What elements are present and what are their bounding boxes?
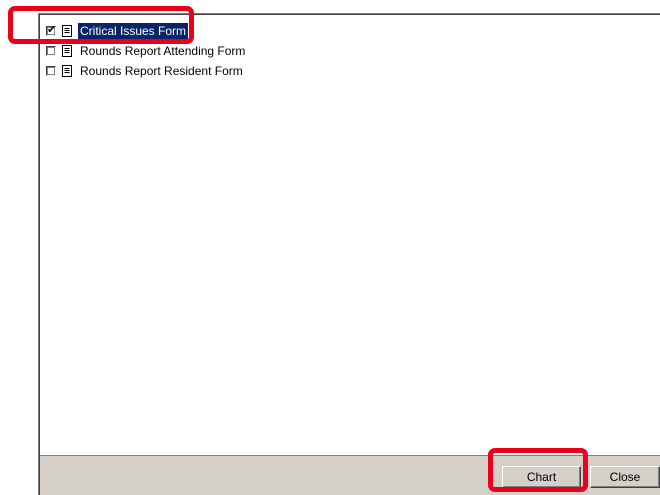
form-list: ✔ Critical Issues Form Rounds Report Att… <box>46 21 660 81</box>
form-label: Rounds Report Attending Form <box>80 44 246 58</box>
document-icon <box>62 65 72 77</box>
form-list-item-critical-issues[interactable]: ✔ Critical Issues Form <box>46 21 660 41</box>
form-label: Rounds Report Resident Form <box>80 64 243 78</box>
document-icon <box>62 25 72 37</box>
close-button[interactable]: Close <box>590 466 660 488</box>
form-label: Critical Issues Form <box>78 23 189 39</box>
screenshot-canvas: ✔ Critical Issues Form Rounds Report Att… <box>0 0 660 495</box>
chart-button[interactable]: Chart <box>502 466 581 488</box>
document-icon <box>62 45 72 57</box>
form-checkbox[interactable]: ✔ <box>46 23 57 36</box>
form-checkbox[interactable] <box>46 66 56 76</box>
form-selection-window: ✔ Critical Issues Form Rounds Report Att… <box>38 13 660 495</box>
button-bar: Chart Close <box>40 455 660 495</box>
frame-border-left-inner <box>39 13 40 495</box>
frame-border-top-inner <box>39 14 660 15</box>
checkmark-icon: ✔ <box>47 23 57 36</box>
form-list-item-rounds-attending[interactable]: Rounds Report Attending Form <box>46 41 660 61</box>
form-list-item-rounds-resident[interactable]: Rounds Report Resident Form <box>46 61 660 81</box>
form-checkbox[interactable] <box>46 46 56 56</box>
